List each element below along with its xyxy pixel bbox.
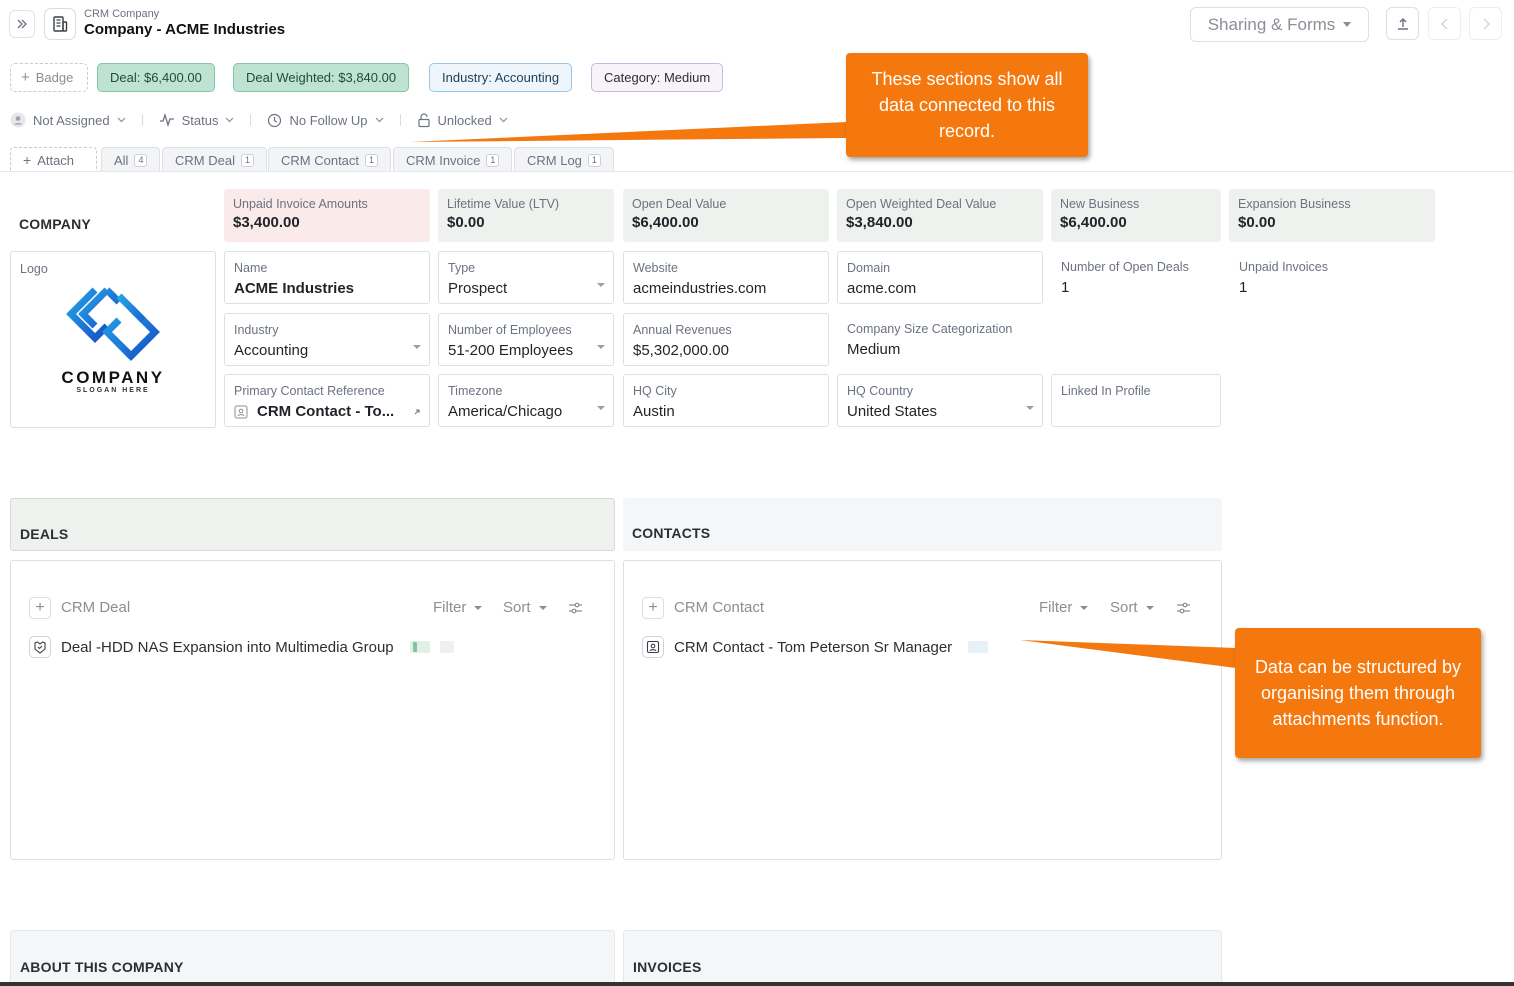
callout-pointers — [410, 122, 1236, 668]
callout-top: These sections show all data connected t… — [846, 53, 1088, 157]
callout-text: Data can be structured by organising the… — [1254, 657, 1462, 729]
callout-right: Data can be structured by organising the… — [1235, 628, 1481, 758]
callout-pointer-top — [410, 122, 846, 142]
callout-pointer-right — [1020, 640, 1236, 668]
callout-text: These sections show all data connected t… — [871, 69, 1063, 141]
